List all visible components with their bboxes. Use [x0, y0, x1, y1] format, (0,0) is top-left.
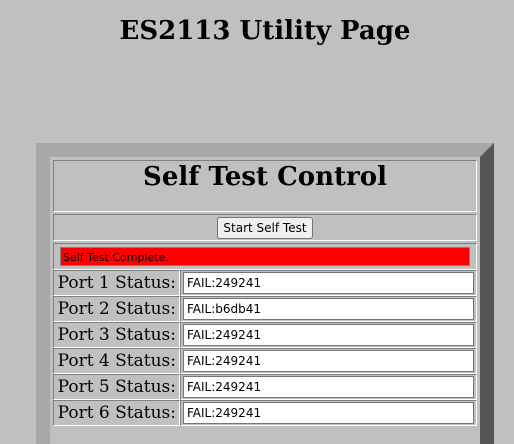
port-4-label: Port 4 Status: [53, 348, 180, 374]
self-test-panel: Self Test Control Start Self Test Self T… [36, 143, 494, 444]
port-3-status-field[interactable] [183, 324, 474, 346]
section-title: Self Test Control [53, 160, 477, 212]
port-3-label: Port 3 Status: [53, 322, 180, 348]
port-2-label: Port 2 Status: [53, 296, 180, 322]
port-2-value-cell [180, 296, 477, 322]
port-4-status-field[interactable] [183, 350, 474, 372]
port-3-value-cell [180, 322, 477, 348]
port-5-status-field[interactable] [183, 376, 474, 398]
port-1-status-field[interactable] [183, 272, 474, 294]
port-1-value-cell [180, 270, 477, 296]
port-2-status-field[interactable] [183, 298, 474, 320]
port-6-value-cell [180, 400, 477, 426]
port-6-status-field[interactable] [183, 402, 474, 424]
self-test-status-message: Self Test Complete. [60, 247, 470, 266]
self-test-table: Self Test Control Start Self Test Self T… [53, 160, 477, 426]
start-button-cell: Start Self Test [53, 214, 477, 241]
page-title: ES2113 Utility Page [119, 16, 411, 46]
port-5-label: Port 5 Status: [53, 374, 180, 400]
port-1-label: Port 1 Status: [53, 270, 180, 296]
port-5-value-cell [180, 374, 477, 400]
status-cell: Self Test Complete. [53, 243, 477, 270]
port-6-label: Port 6 Status: [53, 400, 180, 426]
start-self-test-button[interactable]: Start Self Test [217, 216, 313, 239]
port-4-value-cell [180, 348, 477, 374]
